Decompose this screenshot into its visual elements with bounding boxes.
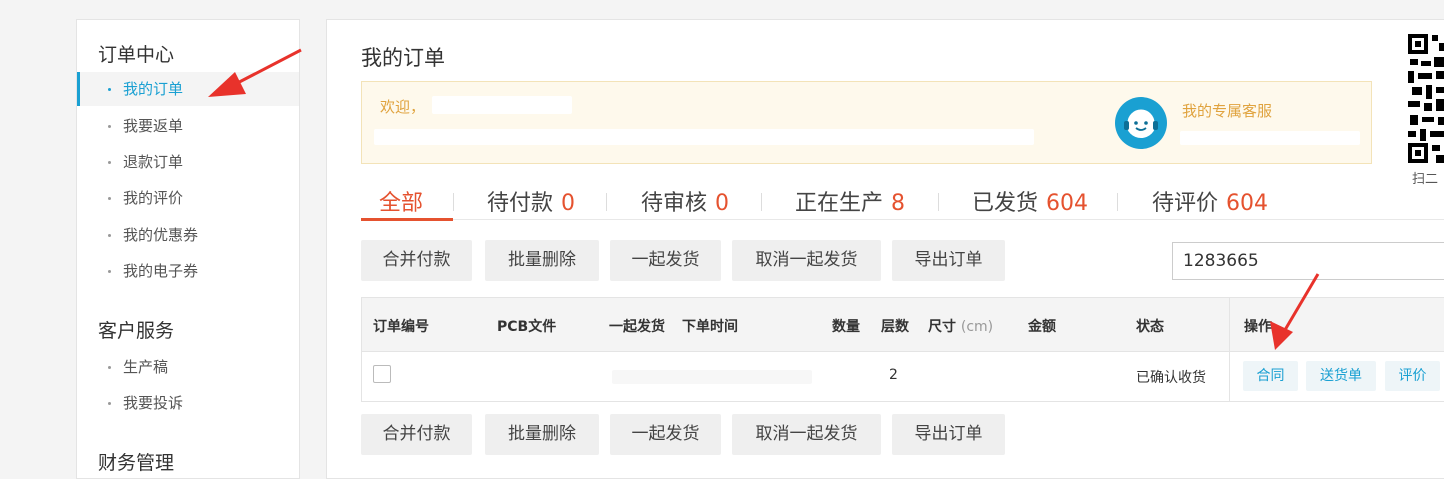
tab-in-production[interactable]: 正在生产 8 bbox=[795, 185, 905, 217]
col-operation: 操作 bbox=[1244, 319, 1272, 335]
operation-column-divider bbox=[1229, 298, 1230, 401]
col-pcb-file: PCB文件 bbox=[497, 319, 557, 335]
sidebar-item-complaint[interactable]: 我要投诉 bbox=[77, 386, 299, 420]
tab-pending-payment[interactable]: 待付款 0 bbox=[487, 185, 575, 217]
welcome-box: 欢迎， 我的专属客服 bbox=[361, 81, 1372, 164]
redacted-order-details bbox=[612, 370, 812, 384]
orders-table: 订单编号 PCB文件 一起发货 下单时间 数量 层数 尺寸 (cm) 金额 状态… bbox=[361, 297, 1444, 402]
redacted-username bbox=[432, 96, 572, 114]
page-title: 我的订单 bbox=[361, 46, 445, 70]
merge-pay-button[interactable]: 合并付款 bbox=[361, 240, 472, 281]
export-orders-button[interactable]: 导出订单 bbox=[892, 240, 1005, 281]
row-checkbox[interactable] bbox=[373, 365, 391, 383]
main-panel: 我的订单 欢迎， 我的专属客服 全部 待付款 0 待审核 0 正在生产 8 已发… bbox=[326, 19, 1444, 479]
cancel-ship-together-button-bottom[interactable]: 取消一起发货 bbox=[732, 414, 881, 455]
row-layers: 2 bbox=[889, 367, 898, 383]
sidebar-item-my-reviews[interactable]: 我的评价 bbox=[77, 181, 299, 215]
export-orders-button-bottom[interactable]: 导出订单 bbox=[892, 414, 1005, 455]
batch-delete-button[interactable]: 批量删除 bbox=[485, 240, 599, 281]
batch-delete-button-bottom[interactable]: 批量删除 bbox=[485, 414, 599, 455]
col-size: 尺寸 (cm) bbox=[928, 316, 993, 336]
tab-pending-review-label: 待审核 bbox=[641, 191, 708, 216]
col-size-unit: (cm) bbox=[960, 319, 994, 335]
tab-divider bbox=[606, 193, 607, 211]
col-size-label: 尺寸 bbox=[928, 319, 956, 335]
ship-together-button[interactable]: 一起发货 bbox=[610, 240, 721, 281]
merge-pay-button-bottom[interactable]: 合并付款 bbox=[361, 414, 472, 455]
tab-active-underline bbox=[361, 218, 453, 221]
contract-button[interactable]: 合同 bbox=[1243, 361, 1298, 391]
tab-pending-payment-count: 0 bbox=[561, 191, 576, 216]
tab-divider bbox=[761, 193, 762, 211]
tab-divider bbox=[938, 193, 939, 211]
tab-pending-review[interactable]: 待审核 0 bbox=[641, 185, 729, 217]
sidebar-section-title-finance: 财务管理 bbox=[98, 452, 175, 474]
col-quantity: 数量 bbox=[832, 319, 860, 335]
tab-shipped[interactable]: 已发货 604 bbox=[972, 185, 1088, 217]
ship-together-button-bottom[interactable]: 一起发货 bbox=[610, 414, 721, 455]
sidebar-section-title-service: 客户服务 bbox=[98, 320, 175, 342]
delivery-note-button[interactable]: 送货单 bbox=[1306, 361, 1376, 391]
col-order-no: 订单编号 bbox=[373, 319, 429, 335]
col-amount: 金额 bbox=[1028, 319, 1056, 335]
redacted-welcome-line bbox=[374, 129, 1034, 145]
col-status: 状态 bbox=[1136, 319, 1164, 335]
customer-service-label[interactable]: 我的专属客服 bbox=[1182, 100, 1272, 121]
tab-divider bbox=[1117, 193, 1118, 211]
sidebar-item-production-draft[interactable]: 生产稿 bbox=[77, 350, 299, 384]
tab-shipped-count: 604 bbox=[1046, 191, 1089, 216]
row-status: 已确认收货 bbox=[1136, 370, 1206, 386]
order-status-tabs: 全部 待付款 0 待审核 0 正在生产 8 已发货 604 待评价 604 bbox=[361, 185, 1444, 221]
sidebar-item-my-coupons[interactable]: 我的优惠券 bbox=[77, 218, 299, 252]
sidebar-item-reorder[interactable]: 我要返单 bbox=[77, 109, 299, 143]
sidebar-item-my-e-vouchers[interactable]: 我的电子券 bbox=[77, 254, 299, 288]
sidebar: 订单中心 我的订单 我要返单 退款订单 我的评价 我的优惠券 我的电子券 客户服… bbox=[76, 19, 300, 479]
col-ship-together: 一起发货 bbox=[609, 319, 665, 335]
qr-caption: 扫二 bbox=[1412, 172, 1439, 187]
tab-pending-payment-label: 待付款 bbox=[487, 191, 554, 216]
tab-shipped-label: 已发货 bbox=[972, 191, 1039, 216]
qr-code-icon bbox=[1406, 31, 1444, 166]
customer-service-icon[interactable] bbox=[1115, 97, 1167, 149]
tab-in-production-count: 8 bbox=[891, 191, 906, 216]
redacted-service-contact bbox=[1180, 131, 1360, 145]
tab-all-label: 全部 bbox=[379, 191, 424, 216]
tab-pending-review-count: 0 bbox=[715, 191, 730, 216]
tab-divider bbox=[453, 193, 454, 211]
sidebar-section-title-orders: 订单中心 bbox=[98, 44, 175, 66]
col-order-time: 下单时间 bbox=[682, 319, 738, 335]
tab-in-production-label: 正在生产 bbox=[795, 191, 884, 216]
welcome-greeting: 欢迎， bbox=[380, 98, 426, 116]
tab-pending-rating-label: 待评价 bbox=[1152, 191, 1219, 216]
sidebar-item-my-orders[interactable]: 我的订单 bbox=[77, 72, 299, 106]
tab-pending-rating-count: 604 bbox=[1226, 191, 1269, 216]
tab-pending-rating[interactable]: 待评价 604 bbox=[1152, 185, 1268, 217]
rate-button[interactable]: 评价 bbox=[1385, 361, 1440, 391]
cancel-ship-together-button[interactable]: 取消一起发货 bbox=[732, 240, 881, 281]
col-layers: 层数 bbox=[881, 319, 909, 335]
table-header: 订单编号 PCB文件 一起发货 下单时间 数量 层数 尺寸 (cm) 金额 状态… bbox=[362, 298, 1444, 352]
order-search-input[interactable]: 1283665 bbox=[1172, 242, 1444, 280]
sidebar-item-refund-orders[interactable]: 退款订单 bbox=[77, 145, 299, 179]
tab-all[interactable]: 全部 bbox=[379, 185, 423, 217]
